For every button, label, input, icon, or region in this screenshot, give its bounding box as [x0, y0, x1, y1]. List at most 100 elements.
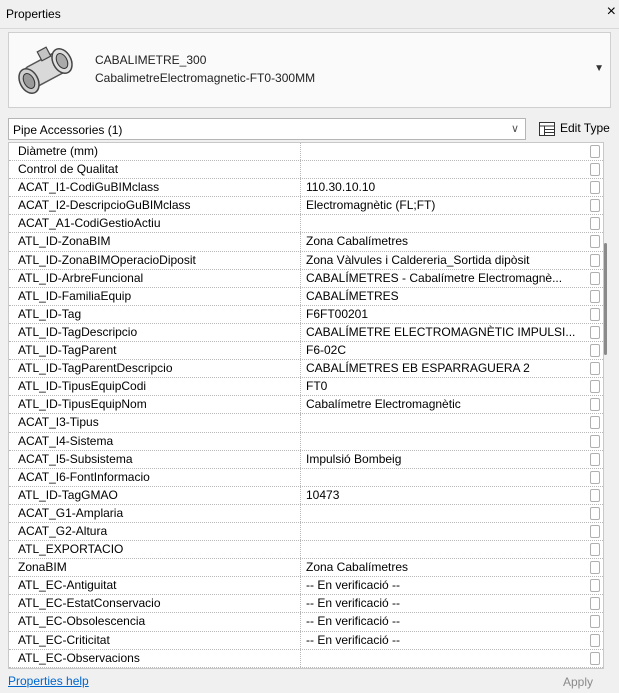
associate-parameter-button[interactable] [590, 199, 600, 213]
property-name: ATL_ID-TagParentDescripcio [9, 360, 301, 378]
property-row[interactable]: ATL_ID-TipusEquipCodi FT0 [9, 378, 603, 397]
associate-parameter-button[interactable] [590, 615, 600, 629]
property-row[interactable]: ACAT_G2-Altura [9, 522, 603, 542]
property-value-field[interactable]: -- En verificació -- [302, 613, 587, 630]
apply-button[interactable]: Apply [563, 675, 593, 689]
property-value-field[interactable] [302, 143, 587, 160]
associate-parameter-button[interactable] [590, 344, 600, 358]
property-row[interactable]: Diàmetre (mm) [9, 143, 603, 162]
property-value-field[interactable] [302, 215, 587, 232]
property-value-field[interactable]: 110.30.10.10 [302, 179, 587, 196]
associate-parameter-button[interactable] [590, 524, 600, 538]
properties-help-link[interactable]: Properties help [8, 674, 89, 688]
associate-parameter-button[interactable] [590, 163, 600, 177]
property-row[interactable]: ACAT_I3-Tipus [9, 414, 603, 433]
property-row[interactable]: ACAT_I2-DescripcioGuBIMclass Electromagnè… [9, 197, 603, 216]
family-type-name: CABALIMETRE_300 [95, 53, 207, 67]
property-value-field[interactable]: -- En verificació -- [302, 632, 587, 649]
property-value-field[interactable] [302, 414, 587, 431]
property-row[interactable]: ATL_EC-Observacions [9, 649, 603, 668]
property-row[interactable]: ATL_ID-ZonaBIM Zona Cabalímetres [9, 233, 603, 252]
property-value-field[interactable] [302, 469, 587, 486]
associate-parameter-button[interactable] [590, 307, 600, 321]
property-value-field[interactable]: Cabalímetre Electromagnètic [302, 396, 587, 413]
type-selector[interactable]: CABALIMETRE_300 CabalimetreElectromagnet… [8, 32, 611, 108]
close-icon[interactable]: × [607, 4, 616, 20]
property-row[interactable]: ZonaBIM Zona Cabalímetres [9, 559, 603, 578]
property-row[interactable]: ACAT_I4-Sistema [9, 432, 603, 451]
property-row[interactable]: ACAT_A1-CodiGestioActiu [9, 215, 603, 234]
property-row[interactable]: ATL_ID-TagGMAO 10473 [9, 486, 603, 505]
property-value-field[interactable]: Zona Cabalímetres [302, 559, 587, 576]
property-row[interactable]: ATL_ID-TagParentDescripcio CABALÍMETRES E… [9, 360, 603, 379]
property-row[interactable]: Control de Qualitat [9, 161, 603, 180]
property-row[interactable]: ATL_ID-ZonaBIMOperacioDiposit Zona Vàlvul… [9, 251, 603, 270]
property-row[interactable]: ATL_ID-ArbreFuncional CABALÍMETRES - Caba… [9, 269, 603, 288]
associate-parameter-button[interactable] [590, 543, 600, 557]
property-value-field[interactable]: 10473 [302, 487, 587, 504]
associate-parameter-button[interactable] [590, 651, 600, 665]
property-value-field[interactable]: -- En verificació -- [302, 577, 587, 594]
property-row[interactable]: ATL_EC-Criticitat -- En verificació -- [9, 631, 603, 650]
property-row[interactable]: ATL_ID-TipusEquipNom Cabalímetre Electrom… [9, 396, 603, 415]
property-row[interactable]: ATL_EC-EstatConservacio -- En verificació… [9, 595, 603, 614]
property-row[interactable]: ATL_ID-TagParent F6-02C [9, 342, 603, 361]
property-value-field[interactable]: Zona Cabalímetres [302, 233, 587, 250]
property-value-field[interactable] [302, 433, 587, 450]
associate-parameter-button[interactable] [590, 325, 600, 339]
property-value-field[interactable] [302, 523, 587, 540]
associate-parameter-button[interactable] [590, 488, 600, 502]
category-filter-dropdown[interactable]: Pipe Accessories (1) ∨ [8, 118, 526, 140]
associate-parameter-button[interactable] [590, 145, 600, 158]
property-value-field[interactable] [302, 505, 587, 522]
property-value-field[interactable]: F6FT00201 [302, 306, 587, 323]
associate-parameter-button[interactable] [590, 253, 600, 267]
associate-parameter-button[interactable] [590, 561, 600, 575]
chevron-down-icon[interactable]: ▼ [594, 63, 604, 74]
property-value-field[interactable]: Impulsió Bombeig [302, 451, 587, 468]
associate-parameter-button[interactable] [590, 235, 600, 249]
property-value-field[interactable]: Electromagnètic (FL;FT) [302, 197, 587, 214]
associate-parameter-button[interactable] [590, 452, 600, 466]
property-value-field[interactable]: CABALÍMETRES [302, 288, 587, 305]
property-row[interactable]: ATL_EC-Obsolescencia -- En verificació -- [9, 613, 603, 632]
associate-parameter-button[interactable] [590, 416, 600, 430]
associate-parameter-button[interactable] [590, 506, 600, 520]
property-value-field[interactable] [302, 541, 587, 558]
property-value-field[interactable]: CABALÍMETRES - Cabalímetre Electromagnè.… [302, 270, 587, 287]
associate-parameter-button[interactable] [590, 434, 600, 448]
associate-parameter-button[interactable] [590, 271, 600, 285]
associate-parameter-button[interactable] [590, 217, 600, 231]
property-row[interactable]: ATL_EC-Antiguitat -- En verificació -- [9, 577, 603, 596]
property-name: ATL_ID-ZonaBIM [9, 233, 301, 251]
associate-parameter-button[interactable] [590, 289, 600, 303]
property-value-field[interactable] [302, 161, 587, 178]
property-value-field[interactable]: -- En verificació -- [302, 595, 587, 612]
associate-parameter-button[interactable] [590, 633, 600, 647]
property-value-field[interactable]: CABALÍMETRE ELECTROMAGNÈTIC IMPULSI... [302, 324, 587, 341]
property-value-field[interactable]: CABALÍMETRES EB ESPARRAGUERA 2 [302, 360, 587, 377]
property-row[interactable]: ATL_ID-Tag F6FT00201 [9, 305, 603, 324]
property-row[interactable]: ACAT_I6-FontInformacio [9, 468, 603, 487]
associate-parameter-button[interactable] [590, 380, 600, 394]
property-row[interactable]: ACAT_G1-Amplaria [9, 504, 603, 523]
properties-rows: Diàmetre (mm) Control de Qualitat ACAT_I1-… [9, 143, 603, 668]
associate-parameter-button[interactable] [590, 470, 600, 484]
property-value-field[interactable]: F6-02C [302, 342, 587, 359]
associate-parameter-button[interactable] [590, 398, 600, 412]
property-row[interactable]: ATL_EXPORTACIO [9, 541, 603, 560]
property-value-field[interactable] [302, 650, 587, 667]
property-row[interactable]: ACAT_I1-CodiGuBIMclass 110.30.10.10 [9, 179, 603, 198]
property-row[interactable]: ATL_ID-FamiliaEquip CABALÍMETRES [9, 287, 603, 306]
associate-parameter-button[interactable] [590, 181, 600, 195]
associate-parameter-button[interactable] [590, 597, 600, 611]
associate-parameter-button[interactable] [590, 579, 600, 593]
associate-parameter-button[interactable] [590, 362, 600, 376]
property-row[interactable]: ACAT_I5-Subsistema Impulsió Bombeig [9, 450, 603, 469]
properties-grid[interactable]: Diàmetre (mm) Control de Qualitat ACAT_I1-… [8, 142, 604, 669]
vertical-scrollbar-thumb[interactable] [604, 243, 607, 355]
property-value-field[interactable]: FT0 [302, 378, 587, 395]
edit-type-button[interactable]: Edit Type [535, 118, 619, 140]
property-value-field[interactable]: Zona Vàlvules i Caldereria_Sortida dipòs… [302, 252, 587, 269]
property-row[interactable]: ATL_ID-TagDescripcio CABALÍMETRE ELECTROM… [9, 323, 603, 343]
